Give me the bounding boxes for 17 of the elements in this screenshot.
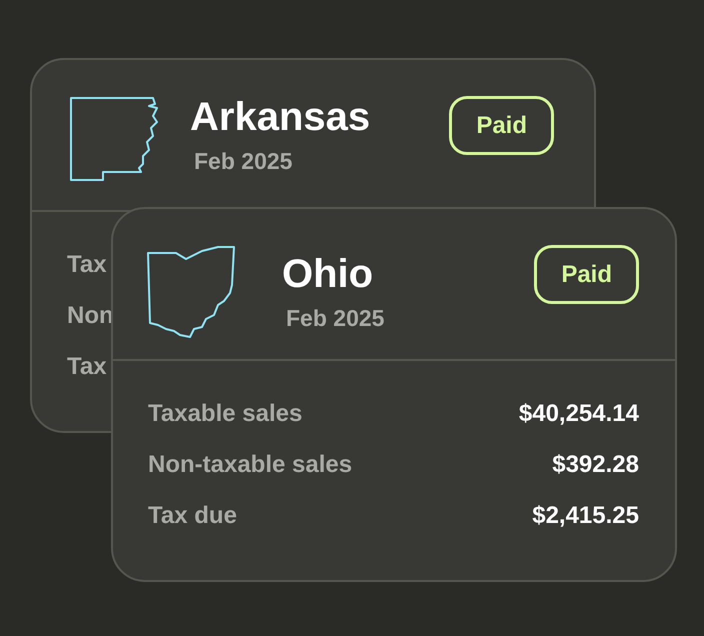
row-label: Tax due bbox=[148, 500, 237, 530]
row-label: Non-taxable sales bbox=[148, 450, 352, 480]
row-label: Taxable sales bbox=[148, 398, 302, 428]
arkansas-outline-icon bbox=[69, 96, 161, 182]
row-value: $392.28 bbox=[552, 450, 639, 480]
row-value: $40,254.14 bbox=[518, 398, 639, 428]
row-label: Tax bbox=[67, 250, 107, 280]
row-label: Tax bbox=[67, 352, 107, 382]
ohio-outline-icon bbox=[146, 245, 238, 341]
period-label: Feb 2025 bbox=[286, 304, 384, 333]
period-label: Feb 2025 bbox=[194, 147, 294, 176]
status-badge: Paid bbox=[534, 245, 639, 304]
status-badge: Paid bbox=[449, 96, 554, 155]
row-value: $2,415.25 bbox=[532, 500, 639, 530]
state-name: Ohio bbox=[282, 251, 374, 298]
state-name: Arkansas bbox=[190, 94, 370, 141]
row-label: Non bbox=[67, 300, 114, 330]
